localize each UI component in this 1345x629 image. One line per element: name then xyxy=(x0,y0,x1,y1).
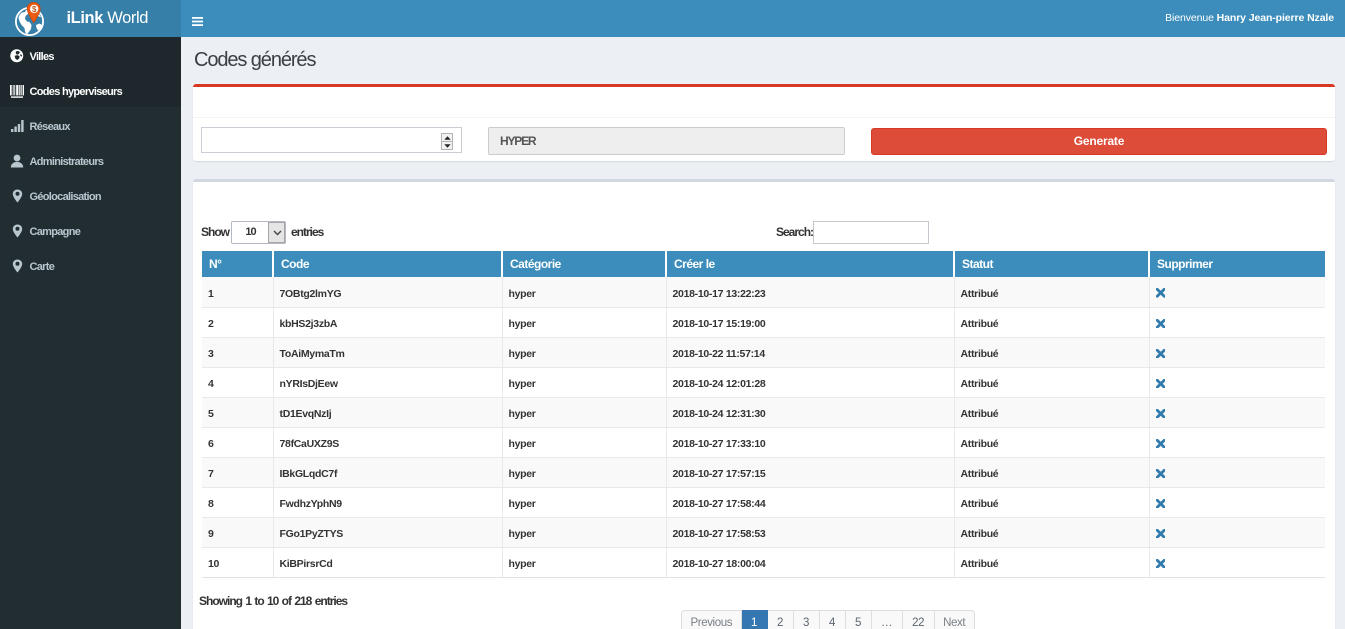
svg-text:$: $ xyxy=(32,5,37,14)
